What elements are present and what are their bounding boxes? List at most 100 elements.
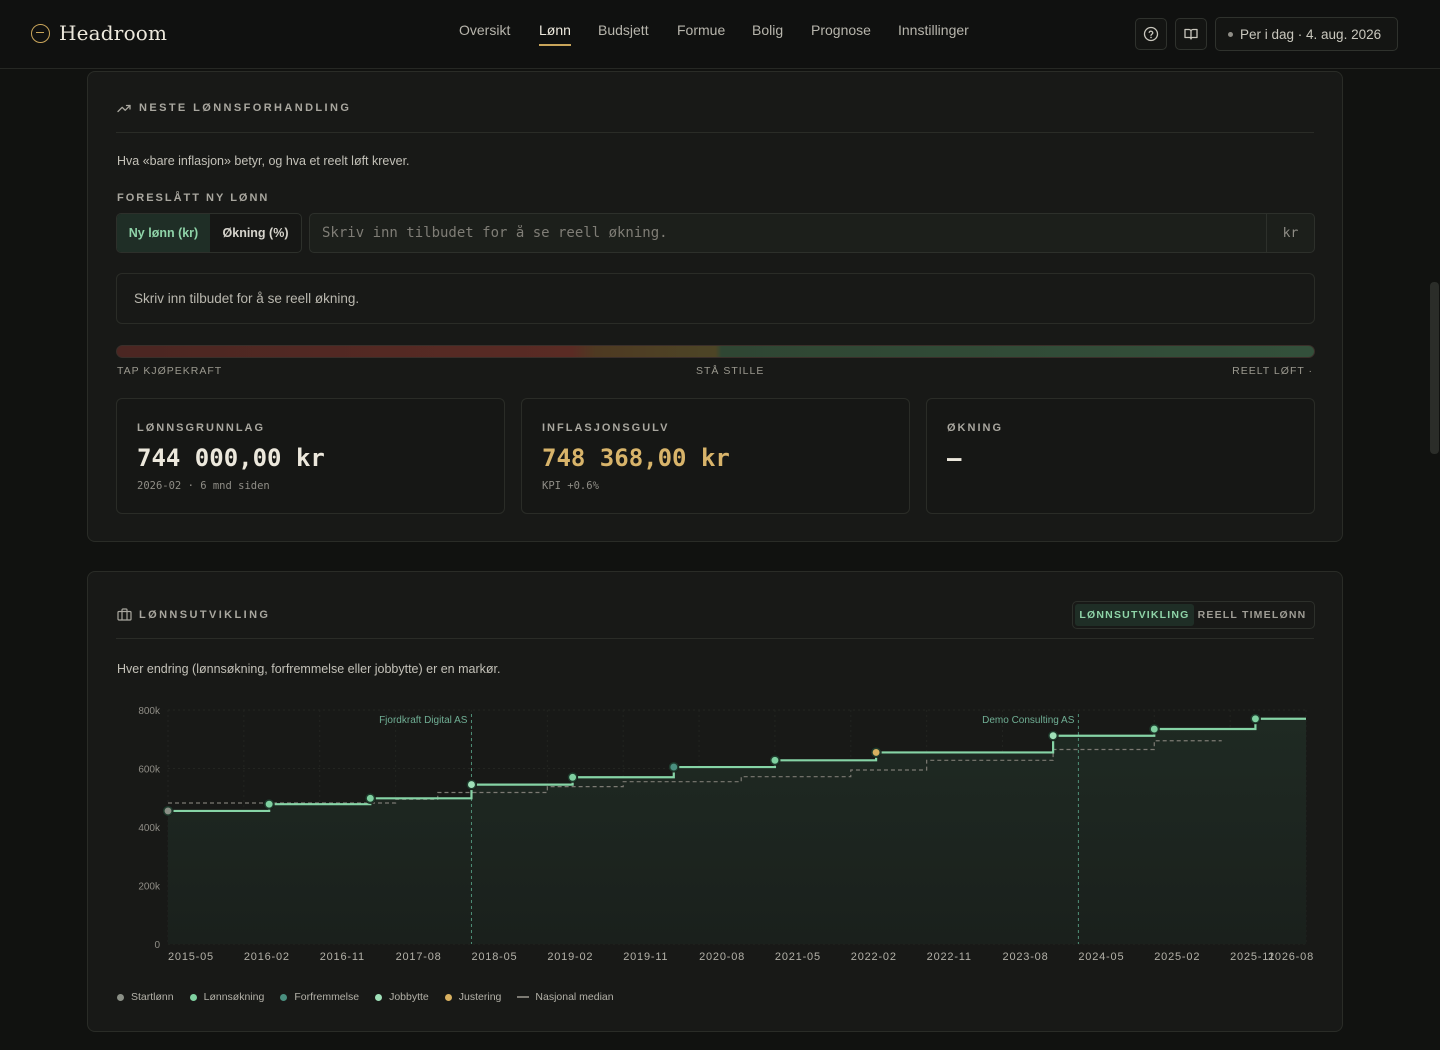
y-axis: 0 200k 400k 600k 800k (138, 706, 161, 951)
salary-area (168, 718, 1306, 944)
guide-button[interactable] (1175, 18, 1207, 50)
stat-value: – (947, 444, 962, 472)
event-marker (466, 779, 477, 790)
x-tick-label: 2026-08 (1268, 951, 1314, 963)
x-tick-label: 2022-11 (927, 951, 972, 963)
development-title-text: LØNNSUTVIKLING (139, 608, 271, 621)
x-tick-label: 2018-05 (471, 951, 517, 963)
negotiation-title: NESTE LØNNSFORHANDLING (117, 102, 351, 114)
legend-item: Forfremmelse (280, 991, 359, 1003)
nav-item-lonn[interactable]: Lønn (539, 22, 571, 46)
x-tick-label: 2024-05 (1078, 951, 1124, 963)
help-button[interactable] (1135, 18, 1167, 50)
event-marker (1250, 713, 1261, 724)
nav-item-formue[interactable]: Formue (677, 22, 725, 38)
result-message-text: Skriv inn tilbudet for å se reell økning… (134, 291, 360, 306)
stat-note: KPI +0.6% (542, 480, 599, 492)
x-tick-label: 2017-08 (396, 951, 442, 963)
stat-increase: ØKNING – (926, 398, 1315, 514)
job-change-label: Fjordkraft Digital AS (379, 715, 468, 726)
stat-title: INFLASJONSGULV (542, 422, 670, 434)
result-message: Skriv inn tilbudet for å se reell økning… (116, 273, 1315, 324)
event-marker (668, 762, 679, 772)
nav-item-innstillinger[interactable]: Innstillinger (898, 22, 969, 38)
development-intro: Hver endring (lønnsøkning, forfremmelse … (117, 662, 501, 676)
stat-title: ØKNING (947, 422, 1003, 434)
help-circle-icon (1143, 26, 1159, 42)
stat-value: 748 368,00 kr (542, 444, 730, 472)
legend-swatch (117, 993, 124, 1001)
job-change-label: Demo Consulting AS (982, 715, 1075, 726)
x-tick-label: 2015-05 (168, 951, 214, 963)
legend-item: Startlønn (117, 991, 174, 1003)
negotiation-title-text: NESTE LØNNSFORHANDLING (139, 102, 352, 114)
x-tick-label: 2019-02 (547, 951, 593, 963)
offer-mode-toggle: Ny lønn (kr) Økning (%) (116, 213, 302, 253)
x-axis: 2015-05 2016-02 2016-11 2017-08 2018-05 2019-… (168, 951, 1314, 963)
x-tick-label: 2023-08 (1003, 951, 1049, 963)
event-marker (871, 747, 882, 758)
legend-label: Nasjonal median (535, 991, 614, 1003)
x-tick-label: 2020-08 (699, 951, 745, 963)
stat-title: LØNNSGRUNNLAG (137, 422, 266, 434)
view-salary-development-button[interactable]: LØNNSUTVIKLING (1075, 604, 1194, 626)
y-tick-label: 0 (154, 940, 160, 951)
legend-item: Justering (444, 991, 502, 1003)
offer-field: kr (309, 213, 1315, 253)
offer-input[interactable] (310, 214, 1266, 252)
legend-swatch (189, 993, 197, 1001)
headroom-logo-icon (31, 23, 50, 43)
legend-swatch (444, 993, 452, 1001)
salary-chart: Fjordkraft Digital AS Demo Consulting AS … (138, 706, 1314, 963)
negotiation-intro: Hva «bare inflasjon» betyr, og hva et re… (117, 154, 410, 168)
legend-label: Startlønn (131, 991, 174, 1003)
scale-label-loss: TAP KJØPEKRAFT (117, 365, 223, 377)
status-dot-icon (1228, 31, 1233, 37)
x-tick-label: 2022-02 (851, 951, 897, 963)
stat-note: 2026-02 · 6 mnd siden (137, 480, 270, 492)
page-scrollbar[interactable] (1430, 282, 1439, 454)
event-marker (264, 799, 275, 810)
chart-legend: Startlønn Lønnsøkning Forfremmelse Jobbytte… (117, 991, 630, 1003)
legend-swatch (517, 996, 530, 998)
nav-item-prognose[interactable]: Prognose (811, 22, 871, 38)
legend-item: Lønnsøkning (189, 991, 264, 1003)
y-tick-label: 800k (138, 706, 161, 717)
x-tick-label: 2021-05 (775, 951, 821, 963)
y-tick-label: 200k (138, 882, 161, 893)
event-marker (769, 755, 780, 766)
top-bar: Headroom Oversikt Lønn Budsjett Formue B… (0, 0, 1440, 69)
brand[interactable]: Headroom (31, 21, 167, 45)
y-tick-label: 400k (138, 823, 161, 834)
legend-item: Jobbytte (375, 991, 429, 1003)
event-marker (567, 772, 578, 783)
app-name: Headroom (59, 21, 168, 45)
development-title: LØNNSUTVIKLING (117, 608, 270, 621)
mode-new-salary-button[interactable]: Ny lønn (kr) (117, 214, 210, 252)
negotiation-card: NESTE LØNNSFORHANDLING Hva «bare inflasj… (87, 71, 1343, 542)
mode-increase-percent-button[interactable]: Økning (%) (210, 214, 301, 252)
divider (116, 638, 1314, 639)
legend-label: Justering (458, 991, 502, 1003)
trending-up-icon (117, 104, 131, 113)
x-tick-label: 2016-11 (320, 951, 365, 963)
scale-label-gain: REELT LØFT · (1232, 365, 1313, 377)
legend-label: Forfremmelse (294, 991, 360, 1003)
divider (116, 132, 1314, 133)
event-marker (365, 793, 376, 804)
x-tick-label: 2019-11 (623, 951, 668, 963)
nav-item-budsjett[interactable]: Budsjett (598, 22, 649, 38)
event-marker (163, 805, 173, 816)
chart-view-toggle: LØNNSUTVIKLING REELL TIMELØNN (1072, 601, 1315, 629)
nav-item-bolig[interactable]: Bolig (752, 22, 783, 38)
view-real-hourly-button[interactable]: REELL TIMELØNN (1194, 604, 1310, 626)
stat-inflation-floor: INFLASJONSGULV 748 368,00 kr KPI +0.6% (521, 398, 910, 514)
as-of-date-label: Per i dag · 4. aug. 2026 (1240, 26, 1382, 42)
chart-area (168, 718, 1306, 944)
as-of-date-button[interactable]: Per i dag · 4. aug. 2026 (1215, 17, 1398, 51)
legend-swatch (375, 993, 383, 1001)
nav-item-oversikt[interactable]: Oversikt (459, 22, 510, 38)
book-open-icon (1184, 28, 1198, 40)
event-marker (1048, 730, 1059, 741)
salary-development-card: LØNNSUTVIKLING LØNNSUTVIKLING REELL TIME… (87, 571, 1343, 1032)
